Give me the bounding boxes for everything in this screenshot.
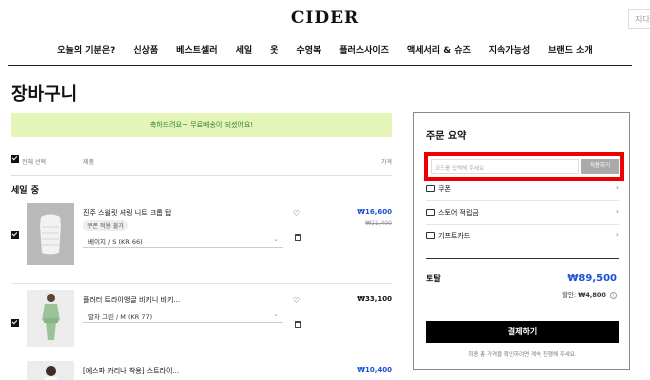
apply-coupon-button[interactable]: 적용하기 [581, 159, 619, 174]
sale-price: ₩16,600 [357, 208, 392, 216]
checkout-button[interactable]: 결제하기 [426, 321, 619, 343]
gift-card-icon [426, 232, 435, 239]
nav-item-sale[interactable]: 세일 [227, 43, 262, 65]
trash-icon[interactable] [295, 234, 301, 241]
main-nav: 오늘의 기분은? 신상품 베스트셀러 세일 옷 수영복 플러스사이즈 액세서리 … [0, 43, 650, 65]
chevron-right-icon: › [615, 230, 619, 239]
coupon-row-label: 쿠폰 [438, 185, 451, 193]
total-value: ₩89,500 [567, 273, 617, 284]
product-name[interactable]: [에스파 카리나 착용] 스트라이... [83, 366, 179, 376]
discount-label: 할인: [561, 291, 577, 299]
header-divider [11, 175, 392, 176]
discount-line: 할인: ₩4,800 i [562, 289, 617, 299]
trash-icon[interactable] [295, 321, 301, 328]
cart-list-header: 전체 선택 제품 가격 [11, 155, 392, 167]
search-input[interactable]: 지다 [628, 9, 650, 29]
page-title: 장바구니 [11, 84, 78, 105]
discount-value: ₩4,800 [578, 291, 606, 299]
nav-item-best[interactable]: 베스트셀러 [167, 43, 226, 65]
summary-divider [426, 224, 619, 225]
product-name[interactable]: 플러터 트라이앵글 비키니 비키... [83, 295, 180, 305]
nav-item-plus-size[interactable]: 플러스사이즈 [330, 43, 398, 65]
item-price: ₩33,100 [357, 295, 392, 303]
heart-icon[interactable]: ♡ [293, 296, 300, 305]
chevron-down-icon: ⌄ [273, 310, 279, 318]
item-divider [11, 283, 392, 284]
item-checkbox[interactable] [11, 319, 19, 327]
option-select[interactable]: 베이지 / S (KR 66) ⌄ [83, 232, 283, 248]
cider-logo[interactable]: CIDER [0, 8, 650, 28]
info-icon[interactable]: i [610, 292, 617, 299]
product-column-header: 제품 [83, 159, 95, 166]
item-price: ₩10,400 [357, 366, 392, 374]
select-all-checkbox[interactable] [11, 155, 19, 163]
product-image[interactable] [27, 290, 74, 347]
chevron-down-icon: ⌄ [273, 235, 279, 243]
wallet-icon [426, 209, 435, 216]
nav-item-accessories[interactable]: 액세서리 & 슈즈 [398, 43, 480, 65]
nav-item-brand[interactable]: 브랜드 소개 [539, 43, 602, 65]
total-divider [426, 258, 619, 259]
nav-item-mood[interactable]: 오늘의 기분은? [48, 43, 124, 65]
select-all-label[interactable]: 전체 선택 [22, 157, 46, 166]
coupon-row[interactable]: 쿠폰 › [426, 183, 619, 196]
option-value: 베이지 / S (KR 66) [88, 238, 143, 246]
coupon-code-highlight: 코드를 입력해 주세요 적용하기 [424, 152, 624, 181]
nav-divider [8, 65, 632, 66]
cart-item: 진주 스윌릿 셔링 니트 크롭 탑 쿠폰 적용 불가 베이지 / S (KR 6… [11, 203, 392, 273]
coupon-unavailable-badge: 쿠폰 적용 불가 [83, 220, 128, 231]
nav-item-swimwear[interactable]: 수영복 [287, 43, 330, 65]
original-price: ₩21,400 [365, 220, 392, 227]
store-credit-label: 스토어 적립금 [438, 209, 479, 217]
item-checkbox[interactable] [11, 231, 19, 239]
cart-item: [에스파 카리나 착용] 스트라이... ₩10,400 [11, 361, 392, 380]
coupon-icon [426, 185, 435, 192]
checkout-note: 최종 총 가격을 확인하려면 계속 진행해 주세요. [468, 352, 577, 358]
coupon-code-input[interactable]: 코드를 입력해 주세요 [431, 159, 579, 174]
gift-card-label: 기프트카드 [438, 232, 471, 240]
nav-item-clothes[interactable]: 옷 [261, 43, 287, 65]
price-column-header: 가격 [380, 159, 392, 166]
heart-icon[interactable]: ♡ [293, 209, 300, 218]
chevron-right-icon: › [615, 183, 619, 192]
summary-divider [426, 200, 619, 201]
gift-card-row[interactable]: 기프트카드 › [426, 230, 619, 243]
nav-item-sustainability[interactable]: 지속가능성 [480, 43, 539, 65]
chevron-right-icon: › [615, 207, 619, 216]
free-shipping-banner: 축하드려요~ 무료배송이 되셨어요! [11, 113, 392, 137]
sale-section-title: 세일 중 [11, 186, 39, 196]
store-credit-row[interactable]: 스토어 적립금 › [426, 207, 619, 220]
option-value: 말차 그린 / M (KR 77) [88, 313, 153, 321]
total-label: 토탈 [426, 274, 441, 283]
order-summary-title: 주문 요약 [426, 131, 467, 142]
product-image[interactable] [27, 361, 74, 380]
cart-item: 플러터 트라이앵글 비키니 비키... 말차 그린 / M (KR 77) ⌄ … [11, 290, 392, 355]
option-select[interactable]: 말차 그린 / M (KR 77) ⌄ [83, 307, 283, 323]
product-image[interactable] [27, 203, 74, 265]
order-summary-panel: 주문 요약 코드를 입력해 주세요 적용하기 쿠폰 › 스토어 적립금 › 기프… [413, 112, 630, 370]
nav-item-new[interactable]: 신상품 [124, 43, 167, 65]
product-name[interactable]: 진주 스윌릿 셔링 니트 크롭 탑 [83, 208, 171, 218]
